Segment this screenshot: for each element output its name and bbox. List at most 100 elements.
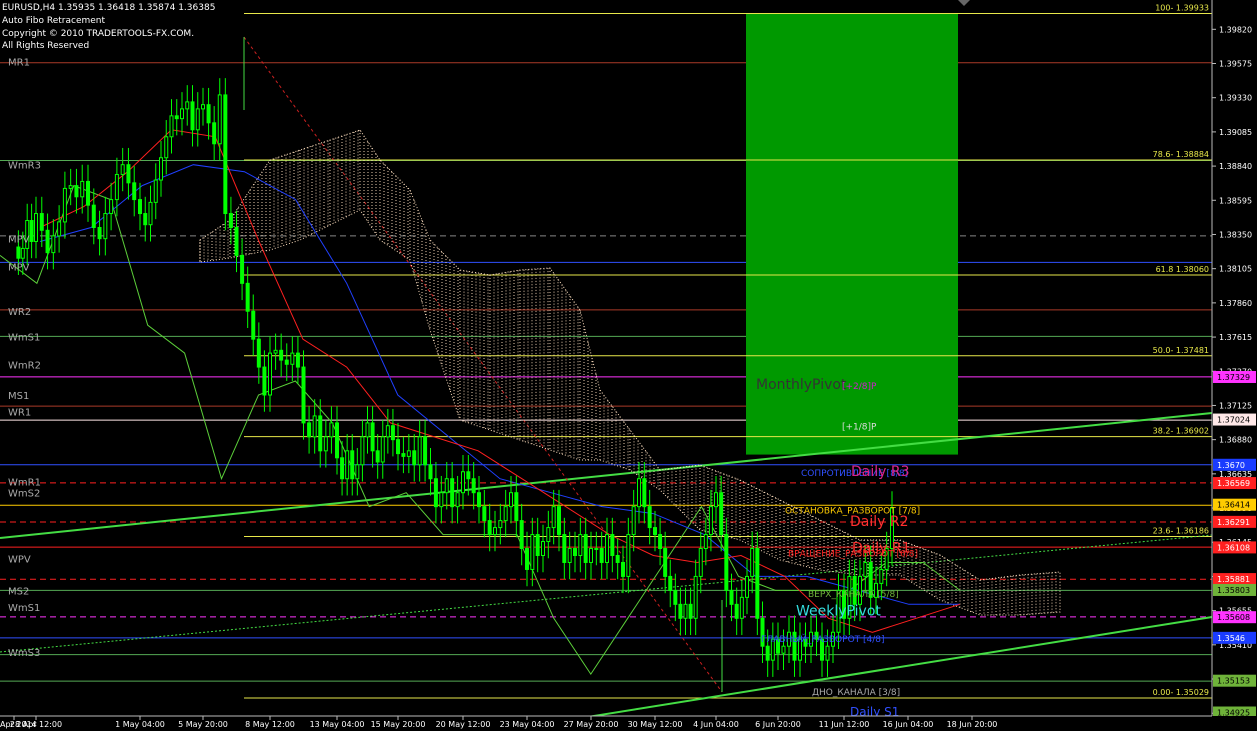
price-tag-label: 1.37329: [1217, 373, 1250, 382]
candle-body: [678, 603, 683, 619]
annotation-label: [+2/8]P: [842, 382, 877, 392]
pivot-label: WR2: [8, 307, 31, 318]
candle-body: [212, 122, 217, 145]
pivot-label: WmS2: [8, 489, 40, 500]
candle-body: [240, 254, 245, 284]
candle-body: [863, 561, 868, 577]
candle-body: [228, 213, 233, 229]
candle-body: [688, 603, 693, 619]
candle-body: [39, 213, 44, 231]
candle-body: [637, 478, 641, 508]
annotation-label: Daily R3: [851, 464, 910, 480]
price-tick-label: 1.37125: [1219, 401, 1252, 410]
candle-body: [703, 534, 708, 550]
candle-body: [169, 115, 174, 138]
candle-body: [719, 492, 724, 536]
candle-body: [385, 425, 390, 438]
pivot-label: WPV: [8, 554, 31, 565]
price-tick-label: 1.38840: [1219, 162, 1252, 171]
candle-body: [355, 464, 360, 480]
candle-body: [390, 425, 395, 441]
candle-body: [380, 436, 385, 463]
candle-body: [290, 352, 295, 365]
candle-body: [423, 436, 428, 466]
candle-body: [541, 541, 545, 556]
price-tag-label: 1.36414: [1217, 501, 1250, 510]
candle-body: [159, 157, 163, 181]
time-tick-label: 5 May 20:00: [178, 720, 228, 729]
candle-body: [312, 415, 317, 438]
candle-body: [647, 506, 652, 529]
candle-body: [234, 227, 239, 256]
candle-body: [642, 478, 647, 508]
price-tag-label: 1.35881: [1217, 575, 1250, 584]
indicator-rights: All Rights Reserved: [2, 41, 90, 51]
candle-body: [567, 548, 572, 563]
candle-body: [653, 527, 657, 536]
candle-body: [605, 534, 609, 563]
candle-body: [262, 366, 267, 396]
candle-body: [68, 185, 73, 189]
candle-body: [195, 108, 200, 131]
candle-body: [20, 247, 25, 259]
candle-body: [698, 548, 703, 577]
annotation-label: Daily R2: [850, 514, 909, 530]
time-tick-label: 20 May 12:00: [436, 720, 491, 729]
candle-body: [514, 492, 519, 522]
candle-body: [318, 415, 323, 452]
candle-body: [301, 366, 306, 424]
candle-body: [668, 575, 673, 591]
candle-body: [439, 492, 444, 508]
candle-body: [714, 492, 718, 508]
candle-body: [466, 471, 471, 480]
price-chart[interactable]: 100- 1.39933 78.6- 1.38884 61.8 1.38060 50.…: [0, 0, 1257, 731]
candle-body: [223, 94, 228, 215]
pivot-label: WmS1: [8, 603, 40, 614]
candle-body: [396, 439, 400, 455]
fibo-label: 38.2- 1.36902: [1153, 427, 1209, 436]
price-tick-label: 1.39085: [1219, 128, 1252, 137]
candle-body: [206, 104, 211, 124]
candle-body: [525, 548, 529, 570]
candle-body: [610, 534, 615, 556]
candle-body: [626, 534, 631, 577]
candle-body: [86, 180, 90, 206]
time-tick-label: 4 Jun 04:00: [693, 720, 739, 729]
candle-body: [138, 199, 142, 215]
pivot-label: WmR2: [8, 360, 41, 371]
candle-body: [51, 235, 56, 254]
price-tag-label: 1.37024: [1217, 416, 1250, 425]
time-tick-label: 16 Jun 04:00: [883, 720, 934, 729]
fibo-label: 100- 1.39933: [1155, 4, 1209, 13]
candle-body: [693, 575, 698, 619]
candle-body: [450, 478, 455, 508]
candle-body: [91, 204, 96, 229]
candle-body: [599, 548, 604, 563]
candle-body: [471, 478, 476, 494]
annotation-label: MonthlyPivot: [756, 377, 847, 393]
candle-body: [29, 220, 34, 242]
candle-body: [745, 575, 749, 598]
candle-body: [350, 450, 355, 480]
candle-body: [417, 436, 422, 466]
price-tag-label: 1.35608: [1217, 613, 1250, 622]
time-axis: Apr 201428 Apr 12:00 1 May 04:00 5 May 20:…: [0, 715, 1257, 731]
candle-body: [461, 471, 465, 494]
time-tick-label: 13 May 04:00: [310, 720, 365, 729]
candle-body: [273, 349, 278, 354]
price-tick-label: 1.38350: [1219, 230, 1252, 239]
candle-body: [503, 506, 508, 522]
candle-body: [217, 94, 222, 145]
time-tick-label: 1 May 04:00: [115, 720, 165, 729]
pivot-label: MS1: [8, 391, 29, 402]
pivot-label: WmR1: [8, 478, 41, 489]
candle-body: [190, 101, 195, 131]
price-tick-label: 1.38105: [1219, 265, 1252, 274]
candle-body: [562, 534, 567, 563]
fibo-label: 0.00- 1.35029: [1153, 688, 1209, 697]
candle-body: [498, 520, 503, 529]
candle-body: [755, 548, 760, 619]
candle-body: [132, 182, 137, 201]
candle-body: [412, 450, 417, 466]
candle-body: [477, 492, 481, 508]
